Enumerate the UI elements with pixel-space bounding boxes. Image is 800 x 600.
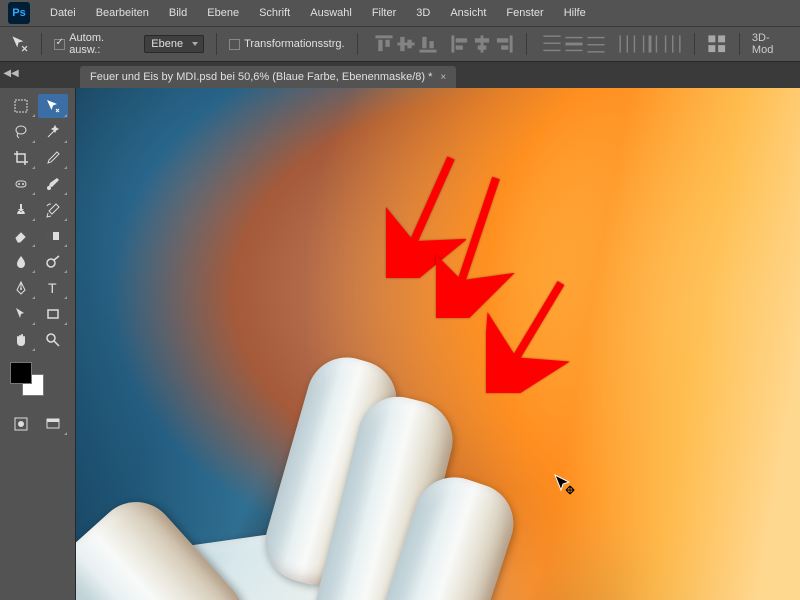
gradient-tool[interactable] [38,224,68,248]
document-canvas[interactable] [76,88,800,600]
history-brush-tool[interactable] [38,198,68,222]
pen-tool[interactable] [6,276,36,300]
dodge-tool[interactable] [38,250,68,274]
move-tool-indicator-icon [10,34,29,54]
document-tab-title: Feuer und Eis by MDI.psd bei 50,6% (Blau… [90,71,432,83]
menu-hilfe[interactable]: Hilfe [554,3,596,23]
svg-text:T: T [48,280,57,296]
clone-stamp-tool[interactable] [6,198,36,222]
eyedropper-tool[interactable] [38,146,68,170]
align-hcenter-icon[interactable] [472,34,492,54]
color-swatches[interactable] [10,362,44,396]
separator [216,33,217,55]
path-selection-tool[interactable] [6,302,36,326]
menu-auswahl[interactable]: Auswahl [300,3,362,23]
menu-bar: Ps Datei Bearbeiten Bild Ebene Schrift A… [0,0,800,26]
document-tab-strip: ◀◀ Feuer und Eis by MDI.psd bei 50,6% (B… [0,62,800,88]
app-logo: Ps [8,2,30,24]
canvas-image [76,88,800,600]
checkbox-icon [229,39,240,50]
rectangle-tool[interactable] [38,302,68,326]
distribute-vcenter-icon[interactable] [564,34,584,54]
workspace: T [0,88,800,600]
crop-tool[interactable] [6,146,36,170]
brush-tool[interactable] [38,172,68,196]
menu-bearbeiten[interactable]: Bearbeiten [86,3,159,23]
type-tool[interactable]: T [38,276,68,300]
options-bar: Autom. ausw.: Ebene Transformationsstrg.… [0,26,800,62]
close-tab-icon[interactable]: × [440,72,446,83]
separator [739,33,740,55]
collapse-handle-icon[interactable]: ◀◀ [4,66,18,80]
separator [694,33,695,55]
menu-3d[interactable]: 3D [406,3,440,23]
distribute-bottom-icon[interactable] [586,34,606,54]
mode-3d-label[interactable]: 3D-Mod [752,32,790,56]
menu-filter[interactable]: Filter [362,3,406,23]
transform-controls-checkbox[interactable]: Transformationsstrg. [229,38,344,50]
align-bottom-icon[interactable] [418,34,438,54]
distribute-group-2 [618,34,682,54]
blur-tool[interactable] [6,250,36,274]
quick-mask-toggle[interactable] [6,412,36,436]
auto-select-checkbox[interactable]: Autom. ausw.: [54,32,136,56]
distribute-top-icon[interactable] [542,34,562,54]
lasso-tool[interactable] [6,120,36,144]
tools-panel: T [0,88,76,600]
align-left-icon[interactable] [450,34,470,54]
align-top-icon[interactable] [374,34,394,54]
separator [526,33,527,55]
menu-bild[interactable]: Bild [159,3,197,23]
distribute-group-1 [542,34,606,54]
auto-align-icon[interactable] [707,34,726,54]
separator [357,33,358,55]
menu-schrift[interactable]: Schrift [249,3,300,23]
menu-ebene[interactable]: Ebene [197,3,249,23]
eraser-tool[interactable] [6,224,36,248]
distribute-right-icon[interactable] [662,34,682,54]
magic-wand-tool[interactable] [38,120,68,144]
transform-controls-label: Transformationsstrg. [244,38,344,50]
move-tool[interactable] [38,94,68,118]
layer-type-dropdown[interactable]: Ebene [144,35,204,53]
menu-ansicht[interactable]: Ansicht [440,3,496,23]
menu-datei[interactable]: Datei [40,3,86,23]
document-tab[interactable]: Feuer und Eis by MDI.psd bei 50,6% (Blau… [80,66,456,88]
distribute-hcenter-icon[interactable] [640,34,660,54]
healing-brush-tool[interactable] [6,172,36,196]
checkbox-icon [54,39,65,50]
align-vcenter-icon[interactable] [396,34,416,54]
zoom-tool[interactable] [38,328,68,352]
hand-tool[interactable] [6,328,36,352]
auto-select-label: Autom. ausw.: [69,32,136,56]
foreground-color-swatch[interactable] [10,362,32,384]
menu-fenster[interactable]: Fenster [496,3,553,23]
align-group-2 [450,34,514,54]
separator [41,33,42,55]
align-right-icon[interactable] [494,34,514,54]
marquee-tool[interactable] [6,94,36,118]
screen-mode-toggle[interactable] [38,412,68,436]
align-group-1 [374,34,438,54]
distribute-left-icon[interactable] [618,34,638,54]
